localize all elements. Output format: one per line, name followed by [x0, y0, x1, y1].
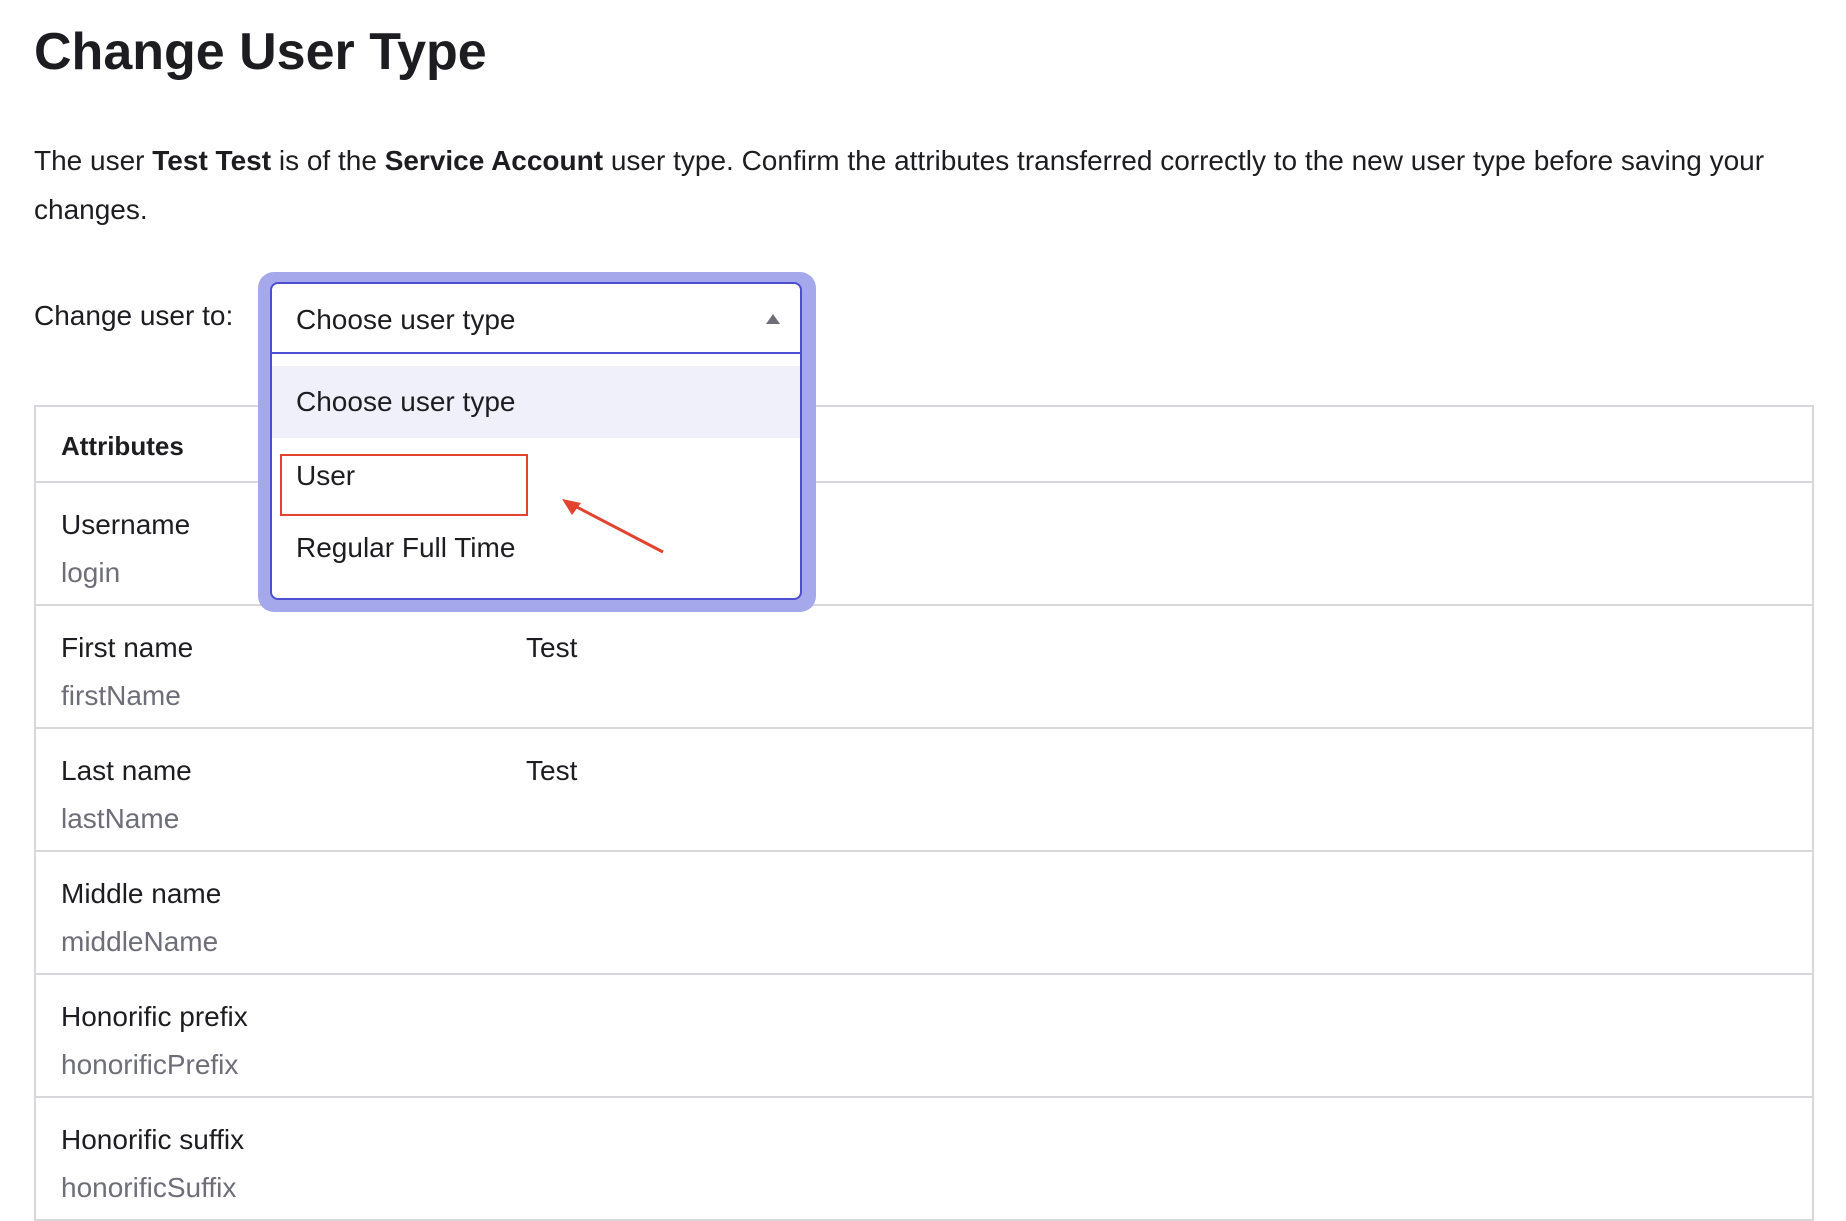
attribute-value: Test — [526, 632, 578, 663]
option-regular-full-time[interactable]: Regular Full Time — [272, 512, 800, 584]
attribute-name: Honorific suffix — [61, 1124, 245, 1155]
attribute-name: Honorific prefix — [61, 1001, 248, 1032]
intro-part1: The user — [34, 145, 153, 176]
attribute-key: login — [61, 557, 121, 588]
intro-part2: is of the — [271, 145, 385, 176]
attribute-key: honorificPrefix — [61, 1049, 239, 1080]
attribute-key: honorificSuffix — [61, 1172, 237, 1203]
intro-current-type: Service Account — [384, 145, 604, 176]
attribute-key: firstName — [61, 680, 181, 711]
attribute-value: Test — [526, 755, 578, 786]
user-type-select[interactable]: Choose user type — [270, 282, 802, 354]
intro-user-name: Test Test — [152, 145, 272, 176]
intro-text: The user Test Test is of the Service Acc… — [34, 136, 1774, 234]
table-row: Middle name middleName — [36, 852, 1812, 975]
change-user-label: Change user to: — [34, 300, 234, 331]
annotation-highlight-box — [280, 454, 528, 516]
caret-up-icon — [766, 314, 780, 324]
attribute-name: Username — [61, 509, 191, 540]
table-row: Honorific prefix honorificPrefix — [36, 975, 1812, 1098]
attribute-name: First name — [61, 632, 194, 663]
attribute-name: Middle name — [61, 878, 222, 909]
page-title: Change User Type — [34, 23, 487, 81]
option-choose-user-type[interactable]: Choose user type — [272, 366, 800, 438]
attributes-header: Attributes — [61, 431, 184, 461]
annotation-arrow-icon — [562, 499, 664, 554]
attribute-key: lastName — [61, 803, 180, 834]
table-row: First name firstName Test — [36, 606, 1812, 729]
attribute-key: middleName — [61, 926, 219, 957]
table-row: Last name lastName Test — [36, 729, 1812, 852]
table-row: Honorific suffix honorificSuffix — [36, 1098, 1812, 1221]
attribute-name: Last name — [61, 755, 192, 786]
user-type-select-value: Choose user type — [296, 304, 516, 335]
